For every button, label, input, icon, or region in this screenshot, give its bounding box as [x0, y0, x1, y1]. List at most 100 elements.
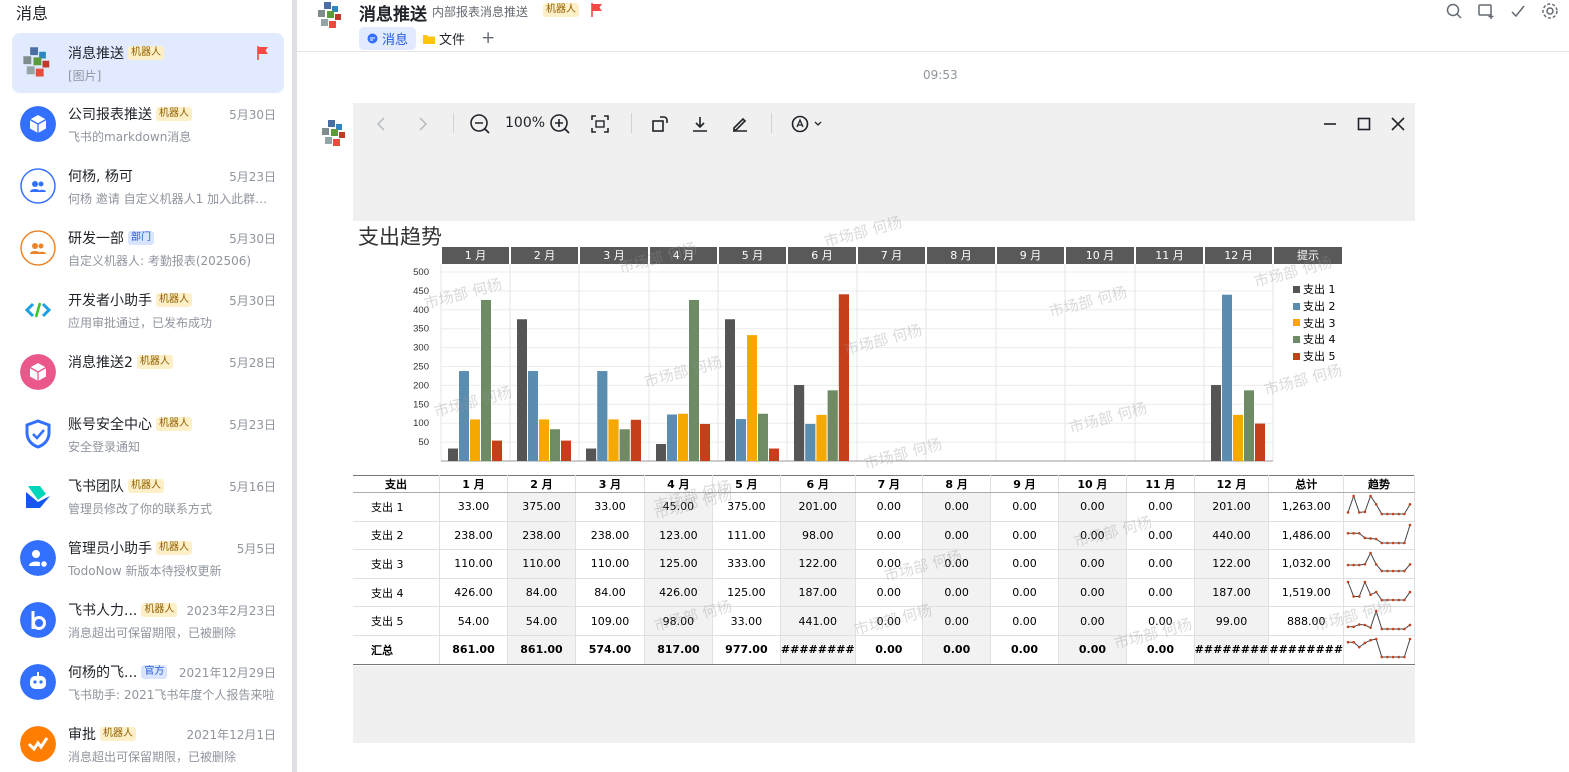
y-tick-label: 350	[413, 324, 429, 335]
chat-list-item[interactable]: 开发者小助手 机器人 5月30日 应用审批通过，已发布成功	[12, 280, 284, 340]
chat-list-item[interactable]: 何杨的飞... 官方 2021年12月29日 飞书助手: 2021飞书年度个人报告来啦	[12, 652, 284, 712]
chart-bar	[1211, 385, 1221, 461]
chevron-left-icon	[376, 117, 385, 131]
download-icon	[693, 117, 707, 132]
chat-name-row: 管理员小助手 机器人	[68, 538, 192, 558]
robot-icon	[20, 664, 56, 700]
add-members-icon[interactable]	[1477, 2, 1495, 20]
table-cell: 1,032.00	[1268, 549, 1345, 579]
chat-time: 2023年2月23日	[186, 604, 276, 618]
table-header-cell: 趋势	[1343, 475, 1415, 493]
feishu-logo-icon	[20, 478, 56, 514]
chart-bar	[1222, 294, 1232, 461]
chart-bar	[794, 385, 805, 461]
table-header-cell: 9 月	[990, 475, 1059, 493]
edit-icon[interactable]	[1509, 2, 1527, 20]
chat-list-item[interactable]: 消息推送 机器人 [图片]	[12, 33, 284, 93]
sparkline-point	[1397, 655, 1401, 659]
table-cell: 333.00	[712, 549, 781, 579]
table-cell: 125.00	[712, 578, 781, 608]
chat-list-item[interactable]: 飞书人力... 机器人 2023年2月23日 消息超出可保留期限，已被删除	[12, 590, 284, 650]
minimize-button[interactable]	[1319, 113, 1341, 135]
download-button[interactable]	[689, 113, 711, 135]
chat-list-item[interactable]: 审批 机器人 2021年12月1日 消息超出可保留期限，已被删除	[12, 714, 284, 772]
chat-list-item[interactable]: 何杨, 杨可 5月23日 何杨 邀请 自定义机器人1 加入此群，...	[12, 156, 284, 216]
chat-name: 开发者小助手	[68, 293, 152, 309]
sparkline-point	[1374, 609, 1378, 612]
chart-bar	[517, 319, 527, 461]
next-image-button[interactable]	[411, 113, 433, 135]
annotate-button[interactable]	[729, 113, 751, 135]
sparkline-line	[1348, 638, 1411, 658]
chat-list-item[interactable]: 研发一部 部门 5月30日 自定义机器人: 考勤报表(202506)	[12, 218, 284, 278]
table-cell: 0.00	[1126, 578, 1195, 608]
table-header-cell: 总计	[1268, 475, 1345, 493]
fit-screen-button[interactable]	[589, 113, 611, 135]
row-label: 支出 4	[353, 578, 441, 608]
prev-image-button[interactable]	[371, 113, 393, 135]
sparkline-point	[1363, 623, 1367, 626]
chat-list-item[interactable]: 公司报表推送 机器人 5月30日 飞书的markdown消息	[12, 94, 284, 154]
expense-sheet-image[interactable]: 支出 趋势 1 月2 月3 月4 月5 月6 月7 月8 月9 月 10 月 11 月…	[353, 213, 1415, 666]
chat-list-item[interactable]: 账号安全中心 机器人 5月23日 安全登录通知	[12, 404, 284, 464]
flag-icon[interactable]	[590, 2, 604, 18]
sparkline-point	[1391, 627, 1395, 630]
add-tab-button[interactable]: +	[481, 28, 495, 48]
table-cell: 426.00	[644, 578, 713, 608]
chat-list-item[interactable]: 飞书团队 机器人 5月16日 管理员修改了你的联系方式	[12, 466, 284, 526]
row-label: 汇总	[353, 635, 441, 665]
chat-name: 审批	[68, 727, 96, 743]
zoom-in-button[interactable]	[549, 113, 571, 135]
table-cell: 99.00	[1194, 606, 1270, 636]
chat-preview: 何杨 邀请 自定义机器人1 加入此群，...	[68, 192, 278, 206]
table-row: 支出 5 54.00 54.00 109.00 98.00 33.00 441.00 0.00…	[353, 606, 1415, 636]
table-header-cell: 1 月	[439, 475, 508, 493]
trend-sparkline-cell	[1343, 521, 1415, 551]
chat-time: 5月23日	[229, 170, 276, 184]
rotate-button[interactable]	[649, 113, 671, 135]
tab-files[interactable]: 文件	[415, 27, 473, 50]
settings-icon[interactable]	[1541, 2, 1559, 20]
chart-bar	[827, 390, 838, 461]
text-recognition-button[interactable]	[789, 113, 825, 135]
flag-icon[interactable]	[256, 45, 270, 61]
tab-messages[interactable]: 消息	[359, 27, 417, 50]
chat-list-item[interactable]: 消息推送2 机器人 5月28日	[12, 342, 284, 402]
maximize-button[interactable]	[1353, 113, 1375, 135]
table-cell: 33.00	[439, 492, 508, 522]
sparkline-point	[1380, 570, 1384, 573]
chat-name-row: 飞书团队 机器人	[68, 476, 164, 496]
y-tick-label: 100	[413, 418, 429, 429]
chart-bar	[656, 443, 666, 461]
sparkline-point	[1352, 641, 1355, 644]
sparkline-point	[1346, 625, 1350, 628]
close-icon	[1391, 117, 1405, 131]
header-toolbar	[1445, 2, 1559, 20]
sparkline-point	[1363, 580, 1367, 584]
zoom-out-button[interactable]	[469, 113, 491, 135]
letter-b-icon	[20, 602, 56, 638]
chat-preview: 飞书的markdown消息	[68, 130, 192, 144]
sparkline-point	[1391, 598, 1395, 602]
sender-avatar-icon[interactable]	[319, 118, 351, 150]
table-cell: 201.00	[1194, 492, 1270, 522]
chat-name-row: 飞书人力... 机器人	[68, 600, 178, 620]
chat-list-item[interactable]: 管理员小助手 机器人 5月5日 TodoNow 新版本待授权更新	[12, 528, 284, 588]
table-cell: 125.00	[644, 549, 713, 579]
close-button[interactable]	[1387, 113, 1409, 135]
code-icon	[20, 292, 56, 328]
chat-badge: 机器人	[156, 417, 192, 431]
sparkline-point	[1391, 570, 1395, 573]
rotate-icon	[652, 116, 668, 132]
table-cell: 0.00	[1126, 521, 1195, 551]
search-icon[interactable]	[1445, 2, 1463, 20]
table-cell: 0.00	[922, 549, 992, 579]
mosaic-avatar-icon[interactable]	[315, 0, 347, 32]
chat-name-row: 账号安全中心 机器人	[68, 414, 192, 434]
sparkline-point	[1352, 595, 1355, 598]
sparkline-point	[1386, 627, 1389, 630]
table-header-cell: 4 月	[644, 475, 713, 493]
chat-name-row: 审批 机器人	[68, 724, 136, 744]
expense-table: 支出 1 月2 月3 月4 月5 月6 月7 月8 月9 月 10 月 11 月 12 …	[353, 475, 1415, 665]
table-cell: 0.00	[1126, 606, 1195, 636]
